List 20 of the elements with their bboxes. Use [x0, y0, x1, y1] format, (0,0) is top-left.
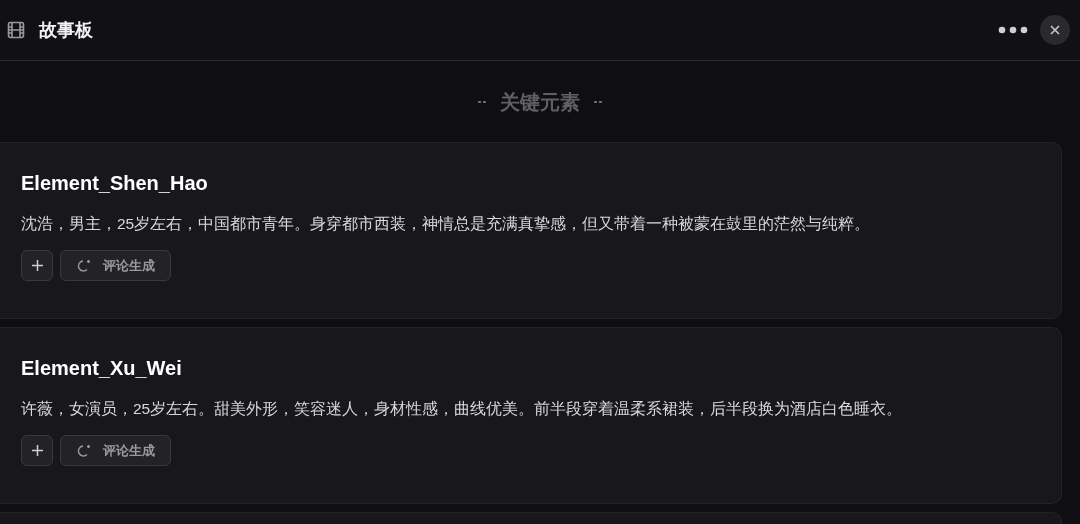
sparkle-refresh-icon: [76, 258, 92, 273]
dash-icon: [594, 100, 602, 104]
element-name: Element_Shen_Hao: [21, 171, 209, 196]
generate-comment-button[interactable]: 评论生成: [60, 250, 171, 281]
close-icon: [1050, 25, 1060, 35]
plus-icon: [31, 260, 43, 271]
dash-icon: [478, 100, 486, 104]
add-button[interactable]: [21, 250, 53, 281]
more-icon[interactable]: [998, 26, 1028, 34]
close-button[interactable]: [1040, 15, 1070, 45]
element-name: Element_Xu_Wei: [21, 356, 183, 381]
add-button[interactable]: [21, 435, 53, 466]
element-description: 沈浩，男主，25岁左右，中国都市青年。身穿都市西装，神情总是充满真挚感，但又带着一种被蒙在鼓里的茫然与纯粹。: [21, 214, 872, 234]
sparkle-refresh-icon: [76, 443, 92, 458]
element-description: 许薇，女演员，25岁左右。甜美外形，笑容迷人，身材性感，曲线优美。前半段穿着温柔系裙装，后半段换为酒店白色睡衣。: [21, 399, 904, 419]
plus-icon: [31, 445, 43, 456]
section-title: 关键元素: [500, 90, 580, 115]
generate-comment-button[interactable]: 评论生成: [60, 435, 171, 466]
header-title: 故事板: [39, 18, 93, 42]
film-icon: [7, 21, 25, 39]
